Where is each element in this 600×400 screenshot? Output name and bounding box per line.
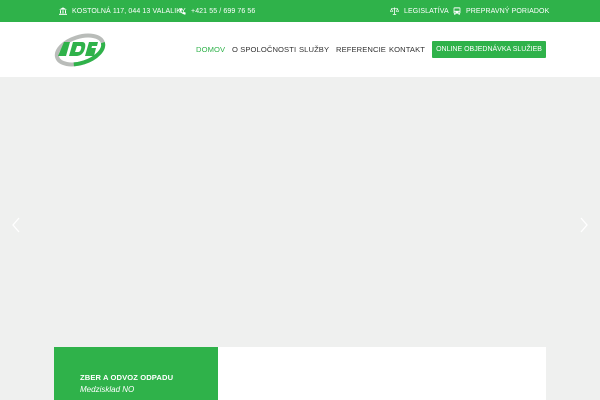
bus-icon xyxy=(453,7,461,15)
scales-icon xyxy=(390,7,399,15)
nav-contact[interactable]: KONTAKT xyxy=(389,45,425,54)
chevron-right-icon[interactable] xyxy=(578,216,590,234)
main-header: DOMOV O SPOLOČNOSTI SLUŽBY REFERENCIE KO… xyxy=(0,22,600,77)
address-info: KOSTOLNÁ 117, 044 13 VALALIKY xyxy=(59,0,186,22)
online-order-button[interactable]: ONLINE OBJEDNÁVKA SLUŽIEB xyxy=(432,41,546,58)
company-logo[interactable] xyxy=(53,33,107,67)
legislation-text: LEGISLATÍVA xyxy=(404,7,449,15)
service-card[interactable]: ZBER A ODVOZ ODPADU Medzisklad NO xyxy=(54,347,218,400)
nav-services[interactable]: SLUŽBY xyxy=(299,45,329,54)
nav-references[interactable]: REFERENCIE xyxy=(336,45,386,54)
transport-rules-link[interactable]: PREPRAVNÝ PORIADOK xyxy=(453,0,549,22)
phone-text: +421 55 / 699 76 56 xyxy=(191,7,256,15)
transport-text: PREPRAVNÝ PORIADOK xyxy=(466,7,550,15)
info-card-panel xyxy=(218,347,546,400)
legislation-link[interactable]: LEGISLATÍVA xyxy=(390,0,449,22)
address-text: KOSTOLNÁ 117, 044 13 VALALIKY xyxy=(72,7,186,15)
chevron-left-icon[interactable] xyxy=(10,216,22,234)
nav-home[interactable]: DOMOV xyxy=(196,45,225,54)
service-card-title: ZBER A ODVOZ ODPADU xyxy=(80,373,174,382)
bank-icon xyxy=(59,7,67,15)
phone-link[interactable]: +421 55 / 699 76 56 xyxy=(179,0,255,22)
service-card-subtitle: Medzisklad NO xyxy=(80,385,135,394)
top-info-bar: KOSTOLNÁ 117, 044 13 VALALIKY +421 55 / … xyxy=(0,0,600,22)
nav-about[interactable]: O SPOLOČNOSTI xyxy=(232,45,296,54)
phone-icon xyxy=(179,7,186,15)
